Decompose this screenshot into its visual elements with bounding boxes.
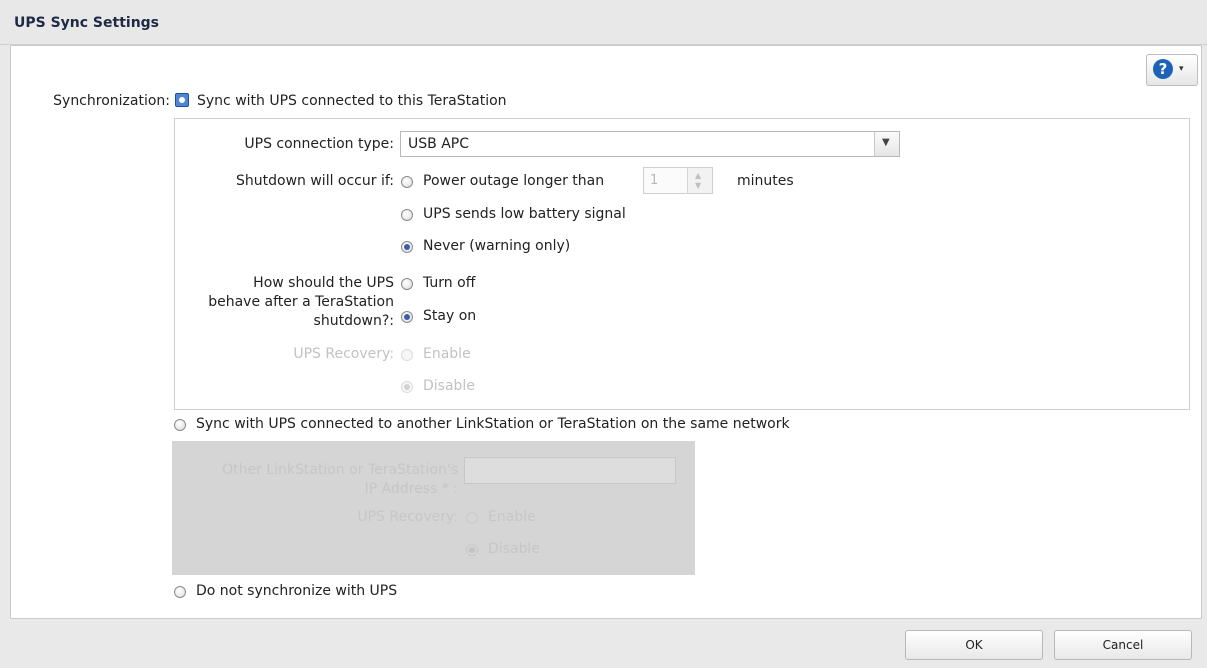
network-recovery-enable-radio[interactable]	[466, 512, 478, 524]
outage-minutes-value: 1	[650, 173, 659, 188]
behave-label-line-1: How should the UPS	[253, 275, 394, 291]
turn-off-label[interactable]: Turn off	[423, 275, 475, 291]
behave-label-line-3: shutdown?:	[313, 313, 394, 329]
chevron-down-icon: ▼	[882, 137, 890, 148]
shutdown-low-battery-radio[interactable]	[401, 209, 413, 221]
network-recovery-enable-label: Enable	[488, 509, 536, 525]
ok-button[interactable]: OK	[905, 630, 1043, 660]
cancel-button[interactable]: Cancel	[1054, 630, 1192, 660]
connection-type-select[interactable]: USB APC ▼	[400, 131, 900, 157]
network-recovery-disable-radio[interactable]	[466, 544, 478, 556]
window-title: UPS Sync Settings	[14, 15, 160, 31]
help-icon: ?	[1153, 59, 1173, 79]
behave-turn-off-radio[interactable]	[401, 278, 413, 290]
behave-stay-on-radio[interactable]	[401, 311, 413, 323]
sync-network-radio[interactable]	[174, 419, 186, 431]
title-bar	[0, 0, 1207, 45]
never-label[interactable]: Never (warning only)	[423, 238, 570, 254]
network-ip-label-line-1: Other LinkStation or TeraStation's	[222, 462, 458, 478]
behave-label-line-2: behave after a TeraStation	[208, 294, 394, 310]
sync-network-label[interactable]: Sync with UPS connected to another LinkS…	[196, 416, 790, 432]
shutdown-outage-radio[interactable]	[401, 176, 413, 188]
recovery-disable-label: Disable	[423, 378, 475, 394]
stay-on-label[interactable]: Stay on	[423, 308, 476, 324]
stepper-buttons[interactable]: ▲ ▼	[687, 168, 712, 193]
connection-type-label: UPS connection type:	[244, 136, 394, 152]
sync-local-label[interactable]: Sync with UPS connected to this TeraStat…	[197, 93, 507, 109]
network-recovery-disable-label: Disable	[488, 541, 540, 557]
sync-none-label[interactable]: Do not synchronize with UPS	[196, 583, 397, 599]
local-settings-box	[174, 118, 1190, 410]
synchronization-label: Synchronization:	[53, 93, 170, 109]
recovery-enable-radio[interactable]	[401, 349, 413, 361]
sync-local-radio[interactable]	[175, 93, 189, 107]
chevron-down-icon: ▾	[1179, 64, 1184, 74]
network-ip-label-line-2: IP Address * :	[364, 481, 458, 497]
outage-minutes-stepper[interactable]: 1 ▲ ▼	[643, 167, 713, 194]
select-arrow-button[interactable]: ▼	[874, 132, 899, 156]
outage-label[interactable]: Power outage longer than	[423, 173, 604, 189]
network-recovery-label: UPS Recovery:	[357, 509, 458, 525]
shutdown-label: Shutdown will occur if:	[236, 173, 394, 189]
low-battery-label[interactable]: UPS sends low battery signal	[423, 206, 626, 222]
minutes-label: minutes	[737, 173, 794, 189]
recovery-enable-label: Enable	[423, 346, 471, 362]
ups-recovery-label: UPS Recovery:	[293, 346, 394, 362]
recovery-disable-radio[interactable]	[401, 381, 413, 393]
stepper-down-icon[interactable]: ▼	[695, 181, 701, 190]
sync-none-radio[interactable]	[174, 586, 186, 598]
network-ip-input[interactable]	[464, 457, 676, 484]
shutdown-never-radio[interactable]	[401, 241, 413, 253]
help-button[interactable]: ? ▾	[1146, 54, 1198, 86]
connection-type-value: USB APC	[408, 136, 469, 152]
stepper-up-icon[interactable]: ▲	[695, 171, 701, 180]
